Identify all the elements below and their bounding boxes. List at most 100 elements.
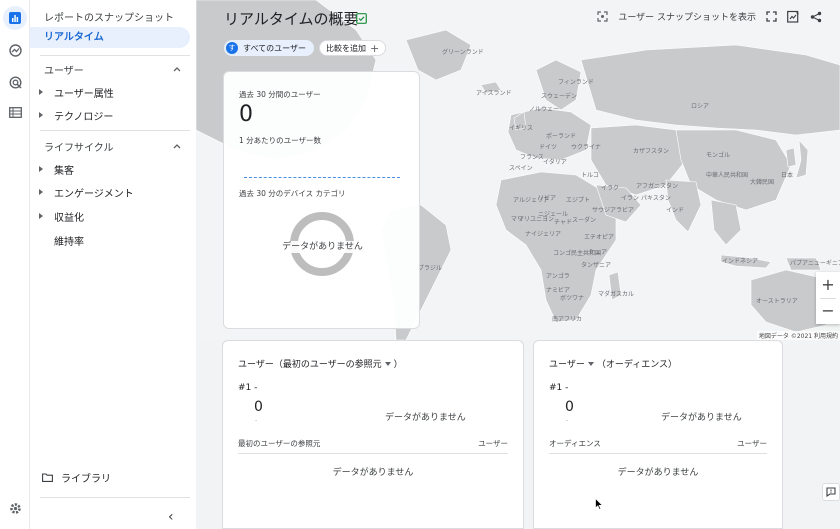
card-title-end: ） [393, 360, 403, 370]
map-label: エジプト [566, 197, 591, 204]
nav-divider [40, 130, 190, 131]
nav-section-lifecycle[interactable]: ライフサイクル [44, 139, 114, 154]
map-label: 大韓民国 [750, 179, 775, 186]
zoom-in-button[interactable]: + [816, 272, 840, 298]
map-label: インドネシア [722, 258, 759, 265]
nav-library[interactable]: ライブラリ [42, 470, 111, 485]
rank-sub: - [566, 417, 569, 424]
map-label: パキスタン [641, 195, 671, 202]
map-label: ケニア [589, 249, 608, 256]
map-label: スペイン [509, 165, 533, 172]
nav-item-tech[interactable]: テクノロジー [54, 108, 113, 123]
chevron-up-icon[interactable] [172, 141, 182, 151]
collapse-nav-icon[interactable]: ‹ [168, 509, 174, 525]
nav-report-snapshot[interactable]: レポートのスナップショット [44, 9, 174, 24]
share-icon[interactable] [810, 11, 822, 23]
map-label: ウクライナ [571, 144, 601, 151]
map-label: カザフスタン [633, 148, 670, 155]
map-zoom-control: + − [816, 272, 840, 324]
map-label: グリーンランド [442, 49, 484, 56]
rank-number: #1 [549, 383, 563, 393]
map-label: ナイジェリア [525, 231, 562, 238]
map-attribution[interactable]: 地図データ ©2021 利用規約 [756, 331, 840, 340]
map-label: イタリア [543, 159, 567, 166]
customize-report-icon[interactable] [787, 10, 800, 23]
nav-section-users[interactable]: ユーザー [44, 62, 84, 77]
icon-rail [0, 0, 30, 529]
feedback-icon[interactable] [822, 483, 840, 501]
header-toolbar: ユーザー スナップショットを表示 [597, 10, 822, 23]
rank-dash: - [565, 383, 569, 393]
map-label: アイスランド [476, 90, 512, 97]
comparison-chip-all-users[interactable]: す すべてのユーザー [224, 40, 314, 56]
table-header: 最初のユーザーの参照元 ユーザー [238, 438, 508, 454]
card-title-text: ユーザー [549, 360, 585, 370]
rank-label: #1 - [549, 383, 568, 393]
column-header-users[interactable]: ユーザー [737, 438, 767, 449]
caret-right-icon [39, 112, 43, 118]
nav-library-label: ライブラリ [61, 474, 111, 485]
map-label: アンゴラ [546, 273, 570, 280]
nav-item-retention[interactable]: 維持率 [54, 233, 84, 248]
folder-icon [42, 473, 53, 482]
add-comparison-button[interactable]: 比較を追加 + [319, 40, 387, 56]
dropdown-arrow-icon[interactable] [587, 361, 594, 366]
show-user-snapshot-button[interactable]: ユーザー スナップショットを表示 [618, 10, 756, 23]
nav-realtime[interactable]: リアルタイム [30, 27, 190, 48]
caret-right-icon [39, 189, 43, 195]
map-label: 日本 [781, 172, 794, 179]
zoom-out-button[interactable]: − [816, 298, 840, 324]
advertising-icon[interactable] [3, 70, 27, 94]
configure-icon[interactable] [3, 100, 27, 124]
chip-label: すべてのユーザー [243, 43, 306, 53]
table-header: オーディエンス ユーザー [549, 438, 767, 454]
add-comparison-label: 比較を追加 [326, 43, 366, 53]
map-label: イラク [601, 185, 620, 192]
settings-icon[interactable] [3, 496, 27, 520]
verified-doc-icon[interactable] [356, 13, 367, 24]
chevron-up-icon[interactable] [172, 64, 182, 74]
map-label: ドイツ [539, 144, 558, 151]
mouse-cursor-icon [595, 498, 603, 510]
per-minute-sparkline [244, 177, 400, 178]
reports-icon[interactable] [3, 6, 27, 30]
map-label: フィンランド [558, 79, 594, 86]
device-category-label: 過去 30 分のデバイス カテゴリ [239, 189, 346, 198]
column-header-users[interactable]: ユーザー [478, 438, 508, 449]
realtime-users-card: 過去 30 分間のユーザー 0 1 分あたりのユーザー数 過去 30 分のデバイ… [223, 71, 420, 329]
rank-value: 0 [254, 399, 263, 415]
nav-item-monetization[interactable]: 収益化 [54, 209, 84, 224]
table-no-data: データがありません [617, 468, 699, 478]
fullscreen-icon[interactable] [766, 11, 777, 22]
no-data-text: データがありません [385, 413, 466, 423]
users-by-source-card: ユーザー（最初のユーザーの参照元 ） #1 - 0 - データがありません 最初… [222, 340, 524, 529]
map-label: ボツワナ [560, 295, 585, 302]
map-label: サウジアラビア [592, 207, 635, 214]
snapshot-focus-icon[interactable] [597, 11, 608, 22]
map-label: オーストラリア [756, 298, 798, 305]
nav-item-engagement[interactable]: エンゲージメント [54, 185, 134, 200]
map-label: 中華人民共和国 [706, 172, 749, 179]
map-label: ロシア [691, 103, 710, 110]
card-title-end: （オーディエンス） [596, 360, 678, 370]
page-title: リアルタイムの概要 [224, 10, 359, 28]
map-label: イギリス [509, 125, 534, 132]
map-label: タンザニア [581, 262, 612, 269]
nav-item-acquisition[interactable]: 集客 [54, 162, 74, 177]
map-label: エチオピア [584, 234, 615, 241]
map-label: イラン [621, 195, 640, 202]
map-label: パプアニューギニア [790, 260, 840, 267]
column-header-audience[interactable]: オーディエンス [549, 438, 601, 449]
caret-right-icon [39, 89, 43, 95]
caret-right-icon [39, 166, 43, 172]
users-per-minute-label: 1 分あたりのユーザー数 [239, 136, 322, 145]
map-label: モンゴル [706, 152, 731, 159]
nav-item-demographics[interactable]: ユーザー属性 [54, 85, 114, 100]
map-label: ノルウェー [529, 106, 560, 113]
map-label: リビア [538, 195, 557, 202]
map-label: マリユニヨン [518, 216, 555, 223]
explore-icon[interactable] [3, 38, 27, 62]
rank-number: #1 [238, 383, 252, 393]
column-header-source[interactable]: 最初のユーザーの参照元 [238, 438, 320, 449]
dropdown-arrow-icon[interactable] [384, 361, 391, 366]
